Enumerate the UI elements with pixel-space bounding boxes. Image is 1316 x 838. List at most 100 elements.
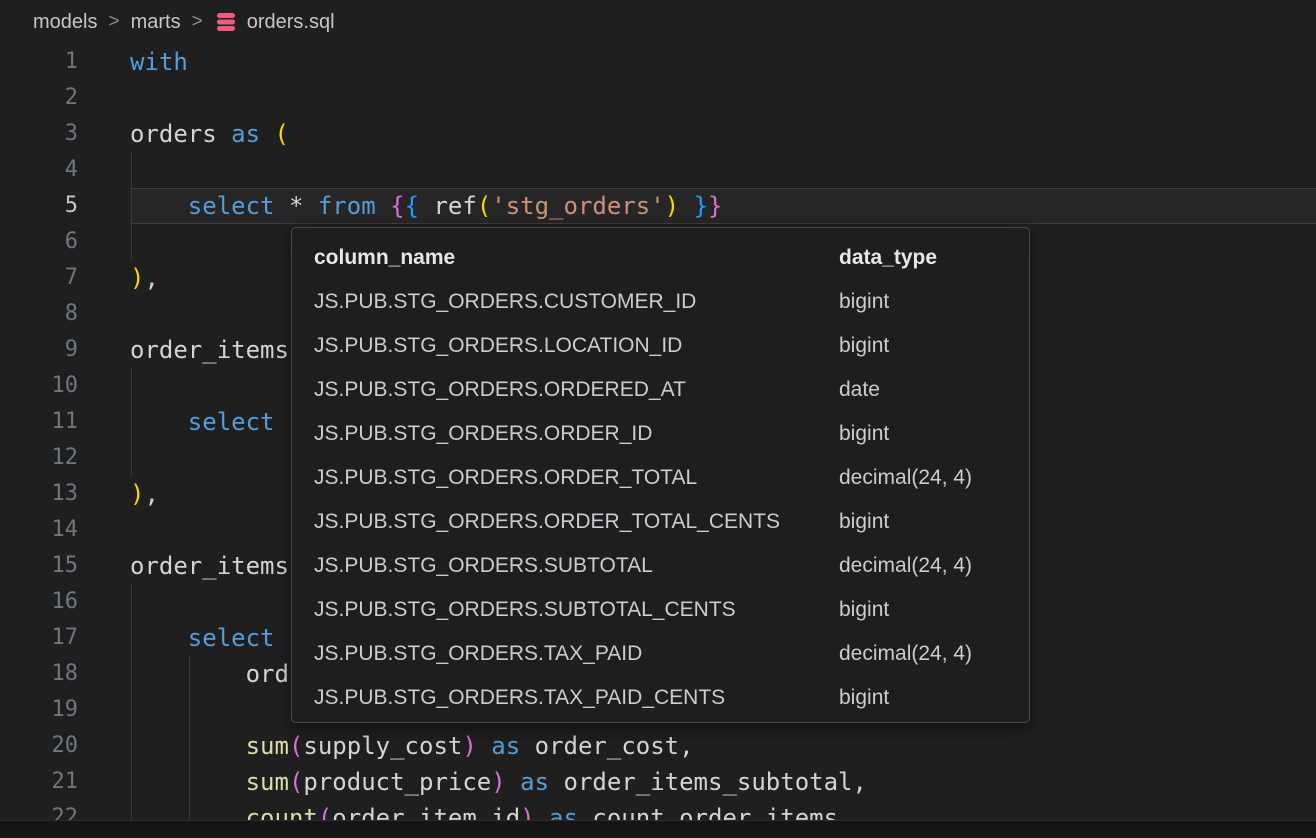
indent-guide	[189, 656, 190, 820]
code-line-content[interactable]	[130, 152, 1316, 188]
code-token	[130, 408, 188, 436]
code-token: select	[188, 624, 275, 652]
line-number[interactable]: 2	[0, 80, 78, 116]
breadcrumb-file-name: orders.sql	[247, 11, 335, 34]
popup-header-column-name: column_name	[314, 236, 839, 280]
column-row: JS.PUB.STG_ORDERS.ORDERED_ATdate	[292, 368, 1029, 412]
column-name-cell: JS.PUB.STG_ORDERS.CUSTOMER_ID	[314, 280, 839, 324]
code-line-content[interactable]: sum(product_price) as order_items_subtot…	[130, 764, 1316, 800]
line-number[interactable]: 16	[0, 584, 78, 620]
code-token: ,	[679, 732, 693, 760]
code-line-content[interactable]: with	[130, 44, 1316, 80]
line-number[interactable]: 19	[0, 692, 78, 728]
breadcrumb-item-file[interactable]: orders.sql	[214, 10, 335, 34]
column-name-cell: JS.PUB.STG_ORDERS.TAX_PAID_CENTS	[314, 676, 839, 720]
line-number[interactable]: 22	[0, 800, 78, 820]
column-name-cell: JS.PUB.STG_ORDERS.ORDER_ID	[314, 412, 839, 456]
column-name-cell: JS.PUB.STG_ORDERS.ORDERED_AT	[314, 368, 839, 412]
code-token	[130, 804, 246, 820]
indent-guide	[131, 584, 132, 820]
breadcrumb-separator-icon: >	[192, 11, 203, 33]
code-token: (	[477, 192, 491, 220]
code-token	[376, 192, 390, 220]
code-line: 20 sum(supply_cost) as order_cost,	[0, 728, 1316, 764]
line-number[interactable]: 13	[0, 476, 78, 512]
column-name-cell: JS.PUB.STG_ORDERS.SUBTOTAL_CENTS	[314, 588, 839, 632]
data-type-cell: decimal(24, 4)	[839, 632, 1029, 676]
column-row: JS.PUB.STG_ORDERS.CUSTOMER_IDbigint	[292, 280, 1029, 324]
breadcrumb-item-marts[interactable]: marts	[131, 11, 181, 34]
code-token	[275, 192, 289, 220]
code-token: )	[130, 480, 144, 508]
line-number[interactable]: 12	[0, 440, 78, 476]
code-token: order_items	[130, 336, 289, 364]
line-number[interactable]: 20	[0, 728, 78, 764]
code-token	[578, 804, 592, 820]
code-line-content[interactable]: orders as (	[130, 116, 1316, 152]
code-token: count	[246, 804, 318, 820]
code-token: }	[708, 192, 722, 220]
code-token: )	[491, 768, 505, 796]
line-number[interactable]: 7	[0, 260, 78, 296]
line-number[interactable]: 15	[0, 548, 78, 584]
code-line-content[interactable]: select * from {{ ref('stg_orders') }}	[130, 188, 1316, 224]
code-token: as	[520, 768, 549, 796]
code-token: *	[289, 192, 303, 220]
line-number[interactable]: 17	[0, 620, 78, 656]
popup-header-data-type: data_type	[839, 236, 1029, 280]
code-token: orders	[130, 120, 217, 148]
code-token	[130, 192, 188, 220]
code-token	[130, 624, 188, 652]
code-token: product_price	[303, 768, 491, 796]
code-token: )	[130, 264, 144, 292]
breadcrumb-separator-icon: >	[108, 11, 119, 33]
line-number[interactable]: 14	[0, 512, 78, 548]
code-line-content[interactable]: sum(supply_cost) as order_cost,	[130, 728, 1316, 764]
code-token	[549, 768, 563, 796]
code-token: ord	[246, 660, 289, 688]
breadcrumb-item-models[interactable]: models	[33, 11, 97, 34]
code-token: (	[275, 120, 289, 148]
code-token	[520, 732, 534, 760]
code-line: 5 select * from {{ ref('stg_orders') }}	[0, 188, 1316, 224]
column-row: JS.PUB.STG_ORDERS.SUBTOTAL_CENTSbigint	[292, 588, 1029, 632]
database-icon	[214, 10, 238, 34]
code-line-content[interactable]: count(order_item_id) as count_order_item…	[130, 800, 1316, 820]
line-number[interactable]: 4	[0, 152, 78, 188]
code-token	[130, 660, 246, 688]
code-token: (	[289, 732, 303, 760]
line-number[interactable]: 5	[0, 188, 78, 224]
code-token	[477, 732, 491, 760]
line-number[interactable]: 8	[0, 296, 78, 332]
line-number[interactable]: 3	[0, 116, 78, 152]
code-token	[535, 804, 549, 820]
line-number[interactable]: 10	[0, 368, 78, 404]
line-number[interactable]: 18	[0, 656, 78, 692]
column-name-cell: JS.PUB.STG_ORDERS.TAX_PAID	[314, 632, 839, 676]
code-token: from	[318, 192, 376, 220]
line-number[interactable]: 9	[0, 332, 78, 368]
code-token: sum	[246, 768, 289, 796]
code-token: ,	[144, 264, 158, 292]
code-token: select	[188, 408, 275, 436]
popup-header-row: column_name data_type	[292, 236, 1029, 280]
code-line-content[interactable]	[130, 80, 1316, 116]
column-row: JS.PUB.STG_ORDERS.TAX_PAID_CENTSbigint	[292, 676, 1029, 720]
code-token: )	[520, 804, 534, 820]
code-token: }	[694, 192, 708, 220]
code-token: ,	[853, 768, 867, 796]
code-token	[260, 120, 274, 148]
line-number[interactable]: 6	[0, 224, 78, 260]
code-token: ref	[433, 192, 476, 220]
code-token: sum	[246, 732, 289, 760]
code-token: 'stg_orders'	[491, 192, 664, 220]
column-row: JS.PUB.STG_ORDERS.ORDER_TOTALdecimal(24,…	[292, 456, 1029, 500]
code-token: as	[231, 120, 260, 148]
line-number[interactable]: 21	[0, 764, 78, 800]
line-number[interactable]: 1	[0, 44, 78, 80]
data-type-cell: decimal(24, 4)	[839, 544, 1029, 588]
code-line: 22 count(order_item_id) as count_order_i…	[0, 800, 1316, 820]
line-number[interactable]: 11	[0, 404, 78, 440]
code-token: (	[318, 804, 332, 820]
code-token	[506, 768, 520, 796]
